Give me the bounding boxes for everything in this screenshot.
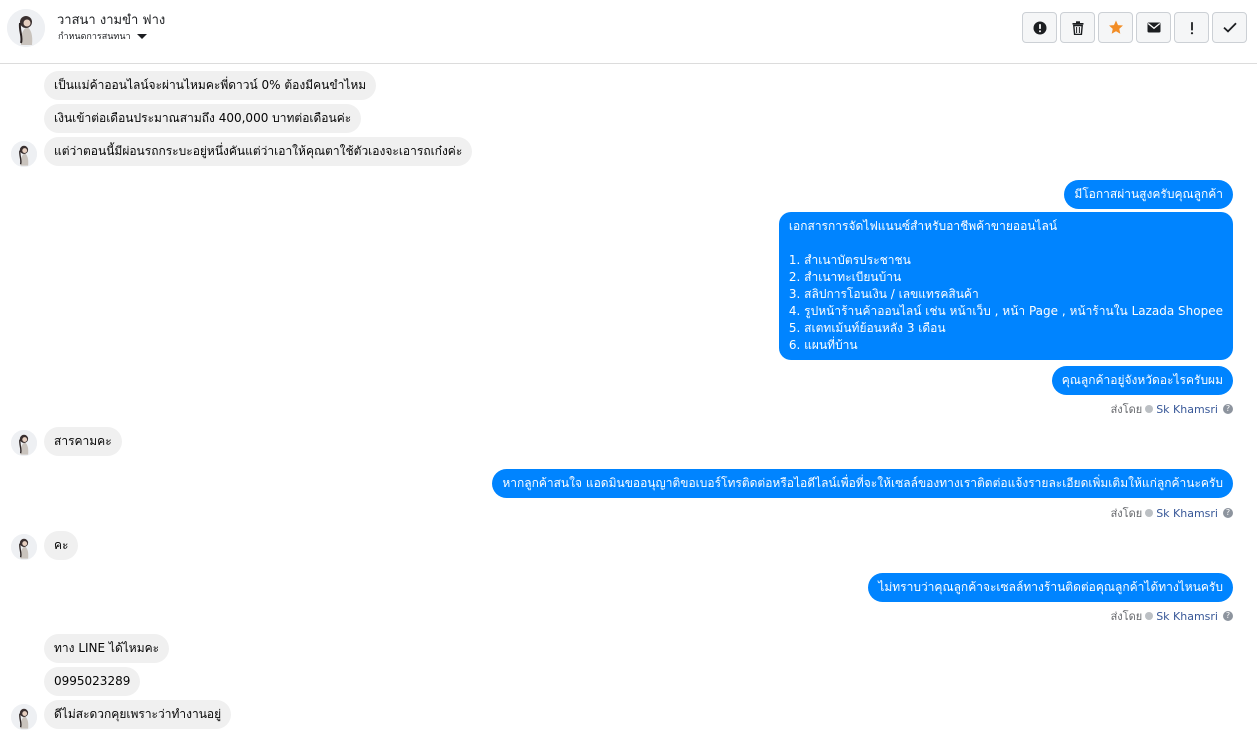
contact-avatar[interactable] [7, 9, 45, 47]
contact-avatar-small [11, 704, 37, 730]
caret-down-icon [136, 34, 147, 39]
contact-avatar-small [11, 534, 37, 560]
star-button[interactable] [1098, 12, 1133, 43]
contact-name[interactable]: วาสนา งามขำ ฟาง [57, 9, 165, 30]
sent-by-label: ส่งโดย [1110, 403, 1143, 416]
mark-done-button[interactable] [1212, 12, 1247, 43]
sender-name[interactable]: Sk Khamsri [1156, 507, 1218, 520]
envelope-icon [1147, 22, 1160, 33]
sender-icon [1145, 509, 1154, 517]
incoming-message[interactable]: สารคามคะ [44, 427, 122, 456]
mark-spam-button[interactable] [1022, 12, 1057, 43]
conversation-label-dropdown[interactable]: กำหนดการสนทนา [58, 29, 147, 43]
incoming-message[interactable]: ทาง LINE ได้ไหมคะ [44, 634, 170, 663]
incoming-message[interactable]: เป็นแม่ค้าออนไลน์จะผ่านไหมคะพี่ดาวน์ 0% … [44, 71, 377, 100]
conversation-header: วาสนา งามขำ ฟาง กำหนดการสนทนา [0, 0, 1257, 64]
sent-by-label: ส่งโดย [1110, 610, 1143, 623]
contact-avatar-small [11, 430, 37, 456]
outgoing-message[interactable]: หากลูกค้าสนใจ แอดมินขออนุญาติขอเบอร์โทรต… [492, 469, 1233, 498]
exclamation-icon [1190, 21, 1193, 34]
incoming-message[interactable]: 0995023289 [44, 667, 141, 696]
outgoing-message[interactable]: ไม่ทราบว่าคุณลูกค้าจะเซลล์ทางร้านติดต่อค… [868, 573, 1233, 602]
incoming-message[interactable]: คะ [44, 531, 79, 560]
sent-by-info: ส่งโดย Sk Khamsri ? [1111, 400, 1233, 418]
mark-unread-button[interactable] [1136, 12, 1171, 43]
outgoing-message[interactable]: มีโอกาสผ่านสูงครับคุณลูกค้า [1064, 180, 1233, 209]
sent-by-info: ส่งโดย Sk Khamsri ? [1111, 504, 1233, 522]
sender-icon [1145, 612, 1154, 620]
star-icon [1108, 20, 1123, 34]
outgoing-message[interactable]: คุณลูกค้าอยู่จังหวัดอะไรครับผม [1051, 366, 1233, 395]
help-icon[interactable]: ? [1223, 508, 1233, 518]
incoming-message[interactable]: เงินเข้าต่อเดือนประมาณสามถึง 400,000 บาท… [44, 104, 362, 133]
sender-name[interactable]: Sk Khamsri [1156, 403, 1218, 416]
incoming-message[interactable]: แต่ว่าตอนนี้มีผ่อนรถกระบะอยู่หนึ่งคันแต่… [44, 137, 473, 166]
outgoing-message-document-list[interactable]: เอกสารการจัดไฟแนนซ์สำหรับอาชีพค้าขายออนไ… [778, 212, 1233, 360]
sent-by-info: ส่งโดย Sk Khamsri ? [1111, 607, 1233, 625]
checkmark-icon [1222, 22, 1237, 33]
help-icon[interactable]: ? [1223, 404, 1233, 414]
delete-button[interactable] [1060, 12, 1095, 43]
flag-button[interactable] [1174, 12, 1209, 43]
conversation-toolbar [1022, 12, 1247, 43]
sender-name[interactable]: Sk Khamsri [1156, 610, 1218, 623]
trash-icon [1072, 20, 1083, 35]
contact-avatar-small [11, 141, 37, 167]
sent-by-label: ส่งโดย [1110, 507, 1143, 520]
incoming-message[interactable]: ดีไม่สะดวกคุยเพราะว่าทำงานอยู่ [44, 700, 232, 729]
help-icon[interactable]: ? [1223, 611, 1233, 621]
sender-icon [1145, 405, 1154, 413]
alert-circle-icon [1033, 21, 1046, 34]
conversation-label-text: กำหนดการสนทนา [58, 32, 131, 42]
